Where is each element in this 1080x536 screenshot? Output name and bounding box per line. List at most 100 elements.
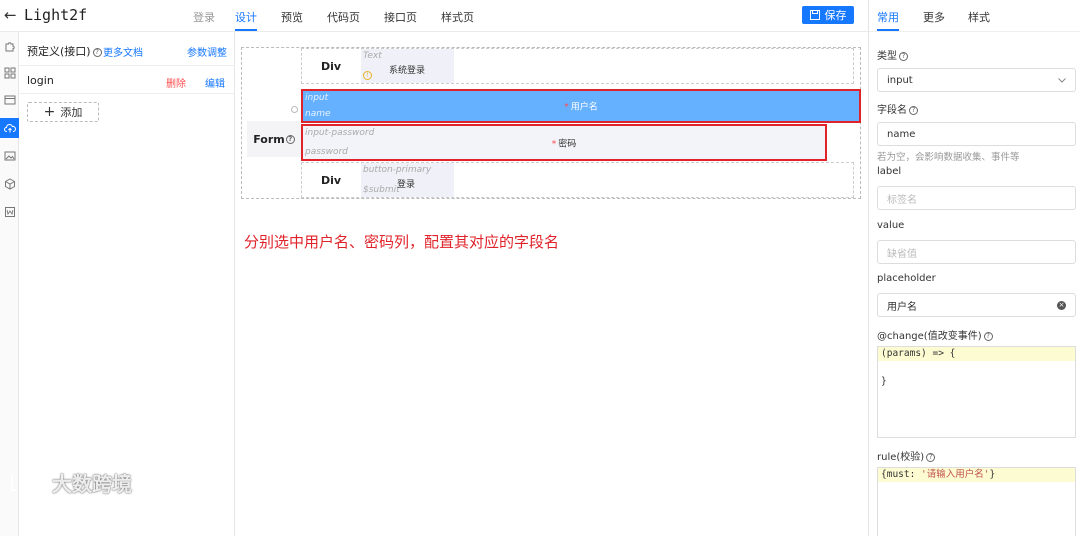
field-name-label: 字段名? — [877, 101, 918, 116]
value-placeholder: 缺省值 — [887, 248, 917, 260]
change-event-editor[interactable]: (params) => { } — [877, 346, 1076, 438]
app-title: Light2f — [24, 6, 88, 24]
watermark-text: 大数跨境 — [52, 472, 132, 496]
help-icon[interactable]: ? — [926, 453, 936, 462]
div-label: Div — [320, 173, 342, 187]
package-icon[interactable] — [2, 176, 17, 192]
grid-icon[interactable] — [2, 65, 17, 81]
div-label: Div — [320, 59, 342, 73]
more-docs-link[interactable]: 更多文档 — [103, 44, 143, 59]
password-label: * 密码 — [303, 136, 825, 149]
required-mark: * — [551, 139, 557, 149]
label-input[interactable]: 标签名 — [877, 186, 1076, 210]
save-button[interactable]: 保存 — [802, 6, 854, 24]
active-tab-underline — [877, 29, 899, 31]
api-item-name: login — [27, 74, 54, 87]
username-label-text: 用户名 — [570, 102, 598, 113]
required-mark: * — [564, 102, 569, 113]
image-icon[interactable] — [2, 148, 17, 164]
window-icon[interactable] — [2, 92, 17, 108]
tab-more[interactable]: 更多 — [923, 9, 945, 25]
change-event-label: @change(值改变事件)? — [877, 327, 993, 342]
plus-icon: + — [43, 104, 56, 120]
add-label: 添加 — [60, 106, 83, 119]
puzzle-icon[interactable] — [2, 38, 17, 54]
delete-button[interactable]: 删除 — [166, 75, 186, 90]
tab-style-page[interactable]: 样式页 — [441, 9, 474, 25]
field-name-label-text: 字段名 — [877, 105, 907, 116]
rule-label-text: rule(校验) — [877, 452, 925, 463]
placeholder-input[interactable]: 用户名 × — [877, 293, 1076, 317]
field-name-input[interactable]: name — [877, 122, 1076, 146]
component-type: Text — [363, 51, 382, 61]
design-canvas: Form? Div Text 系统登录 ! input name * 用户名 in… — [236, 32, 868, 536]
username-label: * 用户名 — [303, 100, 859, 113]
help-icon[interactable]: ? — [983, 332, 993, 341]
active-tab-underline — [235, 29, 257, 31]
watermark: 大数跨境 — [8, 468, 132, 497]
username-row[interactable]: input name * 用户名 — [301, 89, 861, 123]
text-component[interactable]: Text 系统登录 ! — [361, 49, 454, 83]
button-component[interactable]: button-primary $submit 登录 — [361, 163, 454, 197]
type-value: input — [887, 74, 913, 86]
api-panel-title-text: 预定义(接口) — [27, 45, 91, 58]
help-icon[interactable]: ? — [92, 48, 102, 57]
title-row[interactable]: Div Text 系统登录 ! — [301, 48, 854, 84]
save-icon — [809, 10, 820, 20]
tab-code-page[interactable]: 代码页 — [327, 9, 360, 25]
properties-tabs: 常用 更多 样式 — [869, 0, 1080, 32]
tab-style[interactable]: 样式 — [968, 9, 990, 25]
form-label[interactable]: Form? — [247, 121, 301, 157]
component-type: button-primary — [363, 165, 432, 175]
title-text: 系统登录 — [389, 66, 426, 76]
value-field-label: value — [877, 220, 905, 231]
code-token: {must: — [881, 469, 922, 480]
tab-design[interactable]: 设计 — [235, 9, 257, 25]
clear-icon[interactable]: × — [1057, 301, 1066, 310]
code-line: {must: '请输入用户名'} — [878, 468, 1075, 482]
value-input[interactable]: 缺省值 — [877, 240, 1076, 264]
tab-common[interactable]: 常用 — [877, 9, 899, 25]
help-icon[interactable]: ? — [899, 52, 908, 61]
word-icon[interactable] — [2, 204, 17, 220]
api-panel: 预定义(接口)? 更多文档 参数调整 login 删除 编辑 + 添加 — [19, 32, 235, 536]
save-label: 保存 — [824, 9, 847, 22]
watermark-logo-icon — [10, 473, 36, 491]
change-event-label-text: @change(值改变事件) — [877, 331, 982, 342]
label-placeholder: 标签名 — [887, 194, 917, 206]
submit-row[interactable]: Div button-primary $submit 登录 — [301, 162, 854, 198]
code-line: } — [881, 376, 887, 387]
drag-handle-icon[interactable] — [291, 106, 298, 113]
cloud-upload-icon[interactable] — [0, 118, 19, 138]
param-adjust-link[interactable]: 参数调整 — [187, 44, 227, 59]
tab-preview[interactable]: 预览 — [281, 9, 303, 25]
help-icon[interactable]: ? — [285, 134, 295, 144]
type-label-text: 类型 — [877, 51, 897, 62]
field-key: $submit — [363, 185, 400, 195]
icon-rail — [0, 32, 19, 536]
chevron-down-icon — [1058, 78, 1066, 83]
edit-button[interactable]: 编辑 — [205, 75, 225, 90]
password-label-text: 密码 — [558, 139, 577, 149]
placeholder-field-label: placeholder — [877, 273, 936, 284]
label-field-label: label — [877, 166, 902, 177]
field-name-value: name — [887, 128, 916, 140]
annotation-text: 分别选中用户名、密码列，配置其对应的字段名 — [244, 233, 560, 251]
type-select[interactable]: input — [877, 68, 1076, 92]
code-line: (params) => { — [878, 347, 1075, 361]
list-item[interactable]: login 删除 编辑 — [19, 66, 235, 94]
back-arrow-icon[interactable]: ← — [4, 6, 17, 24]
placeholder-value: 用户名 — [887, 301, 917, 313]
tab-login[interactable]: 登录 — [193, 9, 215, 25]
rule-editor[interactable]: {must: '请输入用户名'} — [877, 467, 1076, 536]
code-token: } — [989, 469, 996, 480]
submit-text: 登录 — [397, 180, 416, 190]
api-panel-header: 预定义(接口)? 更多文档 参数调整 — [19, 32, 235, 66]
password-row[interactable]: input-password password * 密码 — [301, 124, 827, 161]
properties-panel: 常用 更多 样式 类型? input 字段名? name 若为空，会影响数据收集… — [868, 0, 1080, 536]
tab-api-page[interactable]: 接口页 — [384, 9, 417, 25]
add-button[interactable]: + 添加 — [27, 102, 99, 122]
help-icon[interactable]: ? — [909, 106, 918, 115]
code-string: '请输入用户名' — [921, 469, 990, 480]
